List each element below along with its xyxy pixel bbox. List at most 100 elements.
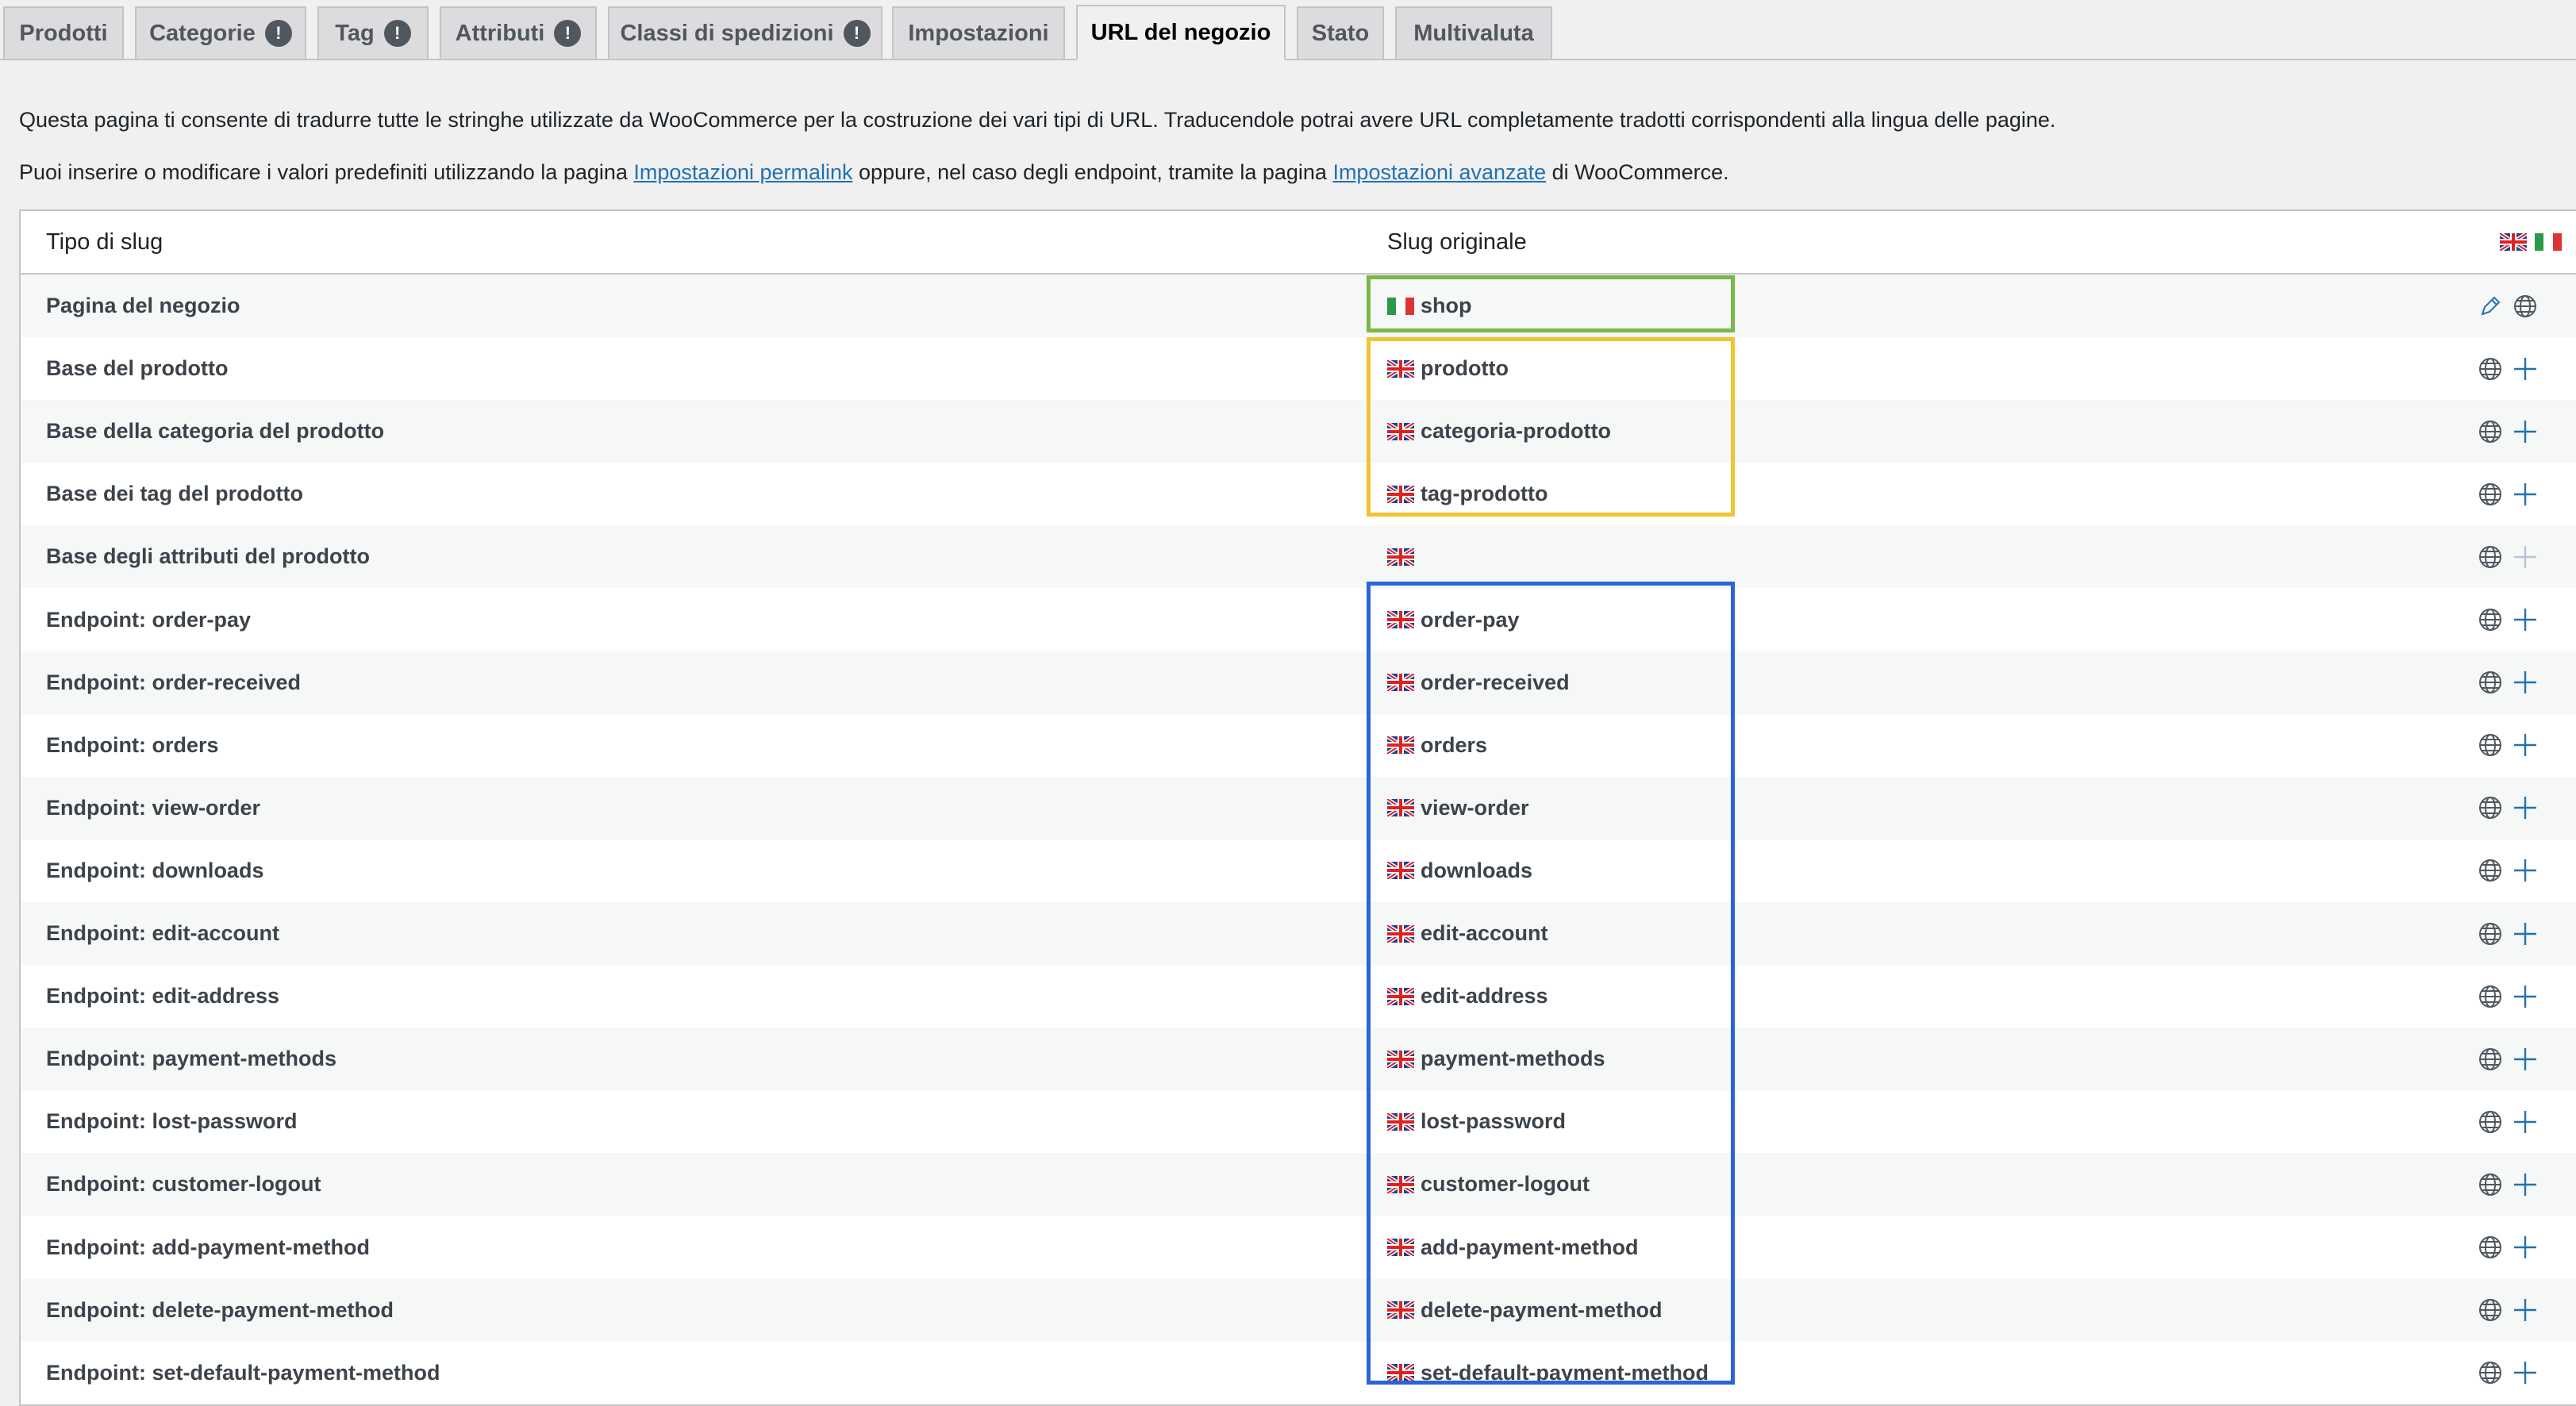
- globe-icon[interactable]: [2474, 463, 2506, 525]
- column-header-original-slug: Slug originale: [1387, 229, 1527, 255]
- plus-icon[interactable]: [2509, 337, 2541, 400]
- original-slug-text: set-default-payment-method: [1421, 1360, 1709, 1385]
- plus-icon[interactable]: [2509, 463, 2541, 525]
- plus-icon[interactable]: [2509, 965, 2541, 1028]
- tab-label: Multivaluta: [1413, 20, 1534, 46]
- uk-flag-icon: [1387, 987, 1414, 1005]
- uk-flag-icon: [1387, 547, 1414, 566]
- uk-flag-icon: [1387, 1175, 1414, 1193]
- globe-icon[interactable]: [2474, 525, 2506, 588]
- globe-icon[interactable]: [2474, 400, 2506, 463]
- tab-attributi[interactable]: Attributi!: [440, 6, 597, 59]
- original-slug-text: edit-account: [1421, 921, 1548, 945]
- original-slug-text: prodotto: [1421, 356, 1509, 381]
- globe-icon[interactable]: [2474, 777, 2506, 839]
- plus-icon[interactable]: [2509, 1342, 2541, 1404]
- tab-impostazioni[interactable]: Impostazioni: [892, 6, 1065, 59]
- globe-icon[interactable]: [2474, 1342, 2506, 1404]
- intro-text-links: Puoi inserire o modificare i valori pred…: [19, 160, 1729, 185]
- tab-url-del-negozio[interactable]: URL del negozio: [1076, 5, 1286, 60]
- original-slug-text: payment-methods: [1421, 1047, 1605, 1071]
- slug-type-label: Endpoint: orders: [46, 732, 219, 757]
- plus-icon[interactable]: [2509, 1153, 2541, 1216]
- globe-icon[interactable]: [2474, 337, 2506, 400]
- uk-flag-icon: [1387, 736, 1414, 755]
- language-flags-header: [2500, 211, 2562, 273]
- globe-icon[interactable]: [2474, 1279, 2506, 1342]
- original-slug-cell: payment-methods: [1387, 1028, 1605, 1090]
- original-slug-cell: order-received: [1387, 651, 1570, 714]
- advanced-settings-link[interactable]: Impostazioni avanzate: [1332, 160, 1546, 184]
- tab-multivaluta[interactable]: Multivaluta: [1395, 6, 1552, 59]
- plus-icon[interactable]: [2509, 1279, 2541, 1342]
- plus-icon[interactable]: [2509, 1090, 2541, 1153]
- globe-icon[interactable]: [2474, 714, 2506, 777]
- slug-type-label: Endpoint: view-order: [46, 795, 260, 820]
- tab-bar: Prodotti Categorie! Tag! Attributi! Clas…: [0, 0, 2576, 60]
- column-header-slug-type: Tipo di slug: [46, 229, 163, 255]
- uk-flag-icon: [1387, 1301, 1414, 1320]
- original-slug-cell: categoria-prodotto: [1387, 400, 1611, 463]
- plus-icon[interactable]: [2509, 839, 2541, 902]
- slug-type-label: Pagina del negozio: [46, 294, 240, 317]
- original-slug-cell: downloads: [1387, 839, 1532, 902]
- uk-flag-icon: [1387, 862, 1414, 880]
- tab-categorie[interactable]: Categorie!: [135, 6, 306, 59]
- globe-icon[interactable]: [2474, 902, 2506, 965]
- original-slug-cell: tag-prodotto: [1387, 463, 1548, 525]
- plus-icon[interactable]: [2509, 714, 2541, 777]
- intro-text-part: Puoi inserire o modificare i valori pred…: [19, 160, 634, 184]
- table-row: Endpoint: downloads downloads: [21, 839, 2576, 902]
- table-row: Endpoint: customer-logout customer-logout: [21, 1153, 2576, 1216]
- table-row: Endpoint: edit-address edit-address: [21, 965, 2576, 1028]
- plus-icon[interactable]: [2509, 777, 2541, 839]
- original-slug-text: order-received: [1421, 670, 1570, 694]
- italy-flag-icon: [2535, 233, 2562, 251]
- slug-type-label: Endpoint: edit-account: [46, 921, 279, 945]
- uk-flag-icon: [1387, 359, 1414, 378]
- tab-prodotti[interactable]: Prodotti: [3, 6, 124, 59]
- original-slug-text: view-order: [1421, 795, 1529, 820]
- original-slug-text: delete-payment-method: [1421, 1297, 1663, 1322]
- globe-icon[interactable]: [2474, 1216, 2506, 1279]
- globe-icon[interactable]: [2474, 839, 2506, 902]
- alert-badge: !: [554, 20, 582, 47]
- globe-icon[interactable]: [2474, 589, 2506, 651]
- globe-icon[interactable]: [2474, 965, 2506, 1028]
- table-row: Base dei tag del prodotto tag-prodotto: [21, 463, 2576, 526]
- tab-classi-di-spedizioni[interactable]: Classi di spedizioni!: [608, 6, 882, 59]
- pencil-icon[interactable]: [2474, 275, 2506, 337]
- table-row: Base del prodotto prodotto: [21, 337, 2576, 401]
- original-slug-text: tag-prodotto: [1421, 482, 1548, 506]
- globe-icon[interactable]: [2474, 651, 2506, 714]
- slug-translation-table: Tipo di slug Slug originale Pagina del n…: [19, 209, 2576, 1406]
- tab-label: Prodotti: [19, 20, 108, 46]
- original-slug-cell: add-payment-method: [1387, 1216, 1639, 1279]
- globe-icon[interactable]: [2474, 1090, 2506, 1153]
- original-slug-cell: set-default-payment-method: [1387, 1342, 1709, 1404]
- plus-icon[interactable]: [2509, 400, 2541, 463]
- tab-tag[interactable]: Tag!: [317, 6, 429, 59]
- original-slug-text: add-payment-method: [1421, 1235, 1639, 1259]
- tab-label: Attributi: [455, 20, 545, 46]
- plus-icon[interactable]: [2509, 589, 2541, 651]
- original-slug-cell: delete-payment-method: [1387, 1279, 1663, 1342]
- alert-badge: !: [264, 20, 292, 47]
- globe-icon[interactable]: [2474, 1028, 2506, 1090]
- original-slug-cell: shop: [1387, 275, 1472, 337]
- globe-icon[interactable]: [2509, 275, 2541, 337]
- slug-type-label: Endpoint: set-default-payment-method: [46, 1360, 440, 1385]
- original-slug-cell: prodotto: [1387, 337, 1509, 400]
- plus-icon[interactable]: [2509, 1216, 2541, 1279]
- tab-stato[interactable]: Stato: [1297, 6, 1384, 59]
- original-slug-text: order-pay: [1421, 607, 1520, 632]
- tab-label: URL del negozio: [1090, 19, 1271, 45]
- table-row: Endpoint: edit-account edit-account: [21, 902, 2576, 965]
- plus-icon[interactable]: [2509, 651, 2541, 714]
- plus-icon[interactable]: [2509, 902, 2541, 965]
- tab-label: Stato: [1311, 20, 1370, 46]
- plus-icon[interactable]: [2509, 1028, 2541, 1090]
- globe-icon[interactable]: [2474, 1153, 2506, 1216]
- slug-type-label: Base dei tag del prodotto: [46, 482, 304, 506]
- permalink-settings-link[interactable]: Impostazioni permalink: [633, 160, 852, 184]
